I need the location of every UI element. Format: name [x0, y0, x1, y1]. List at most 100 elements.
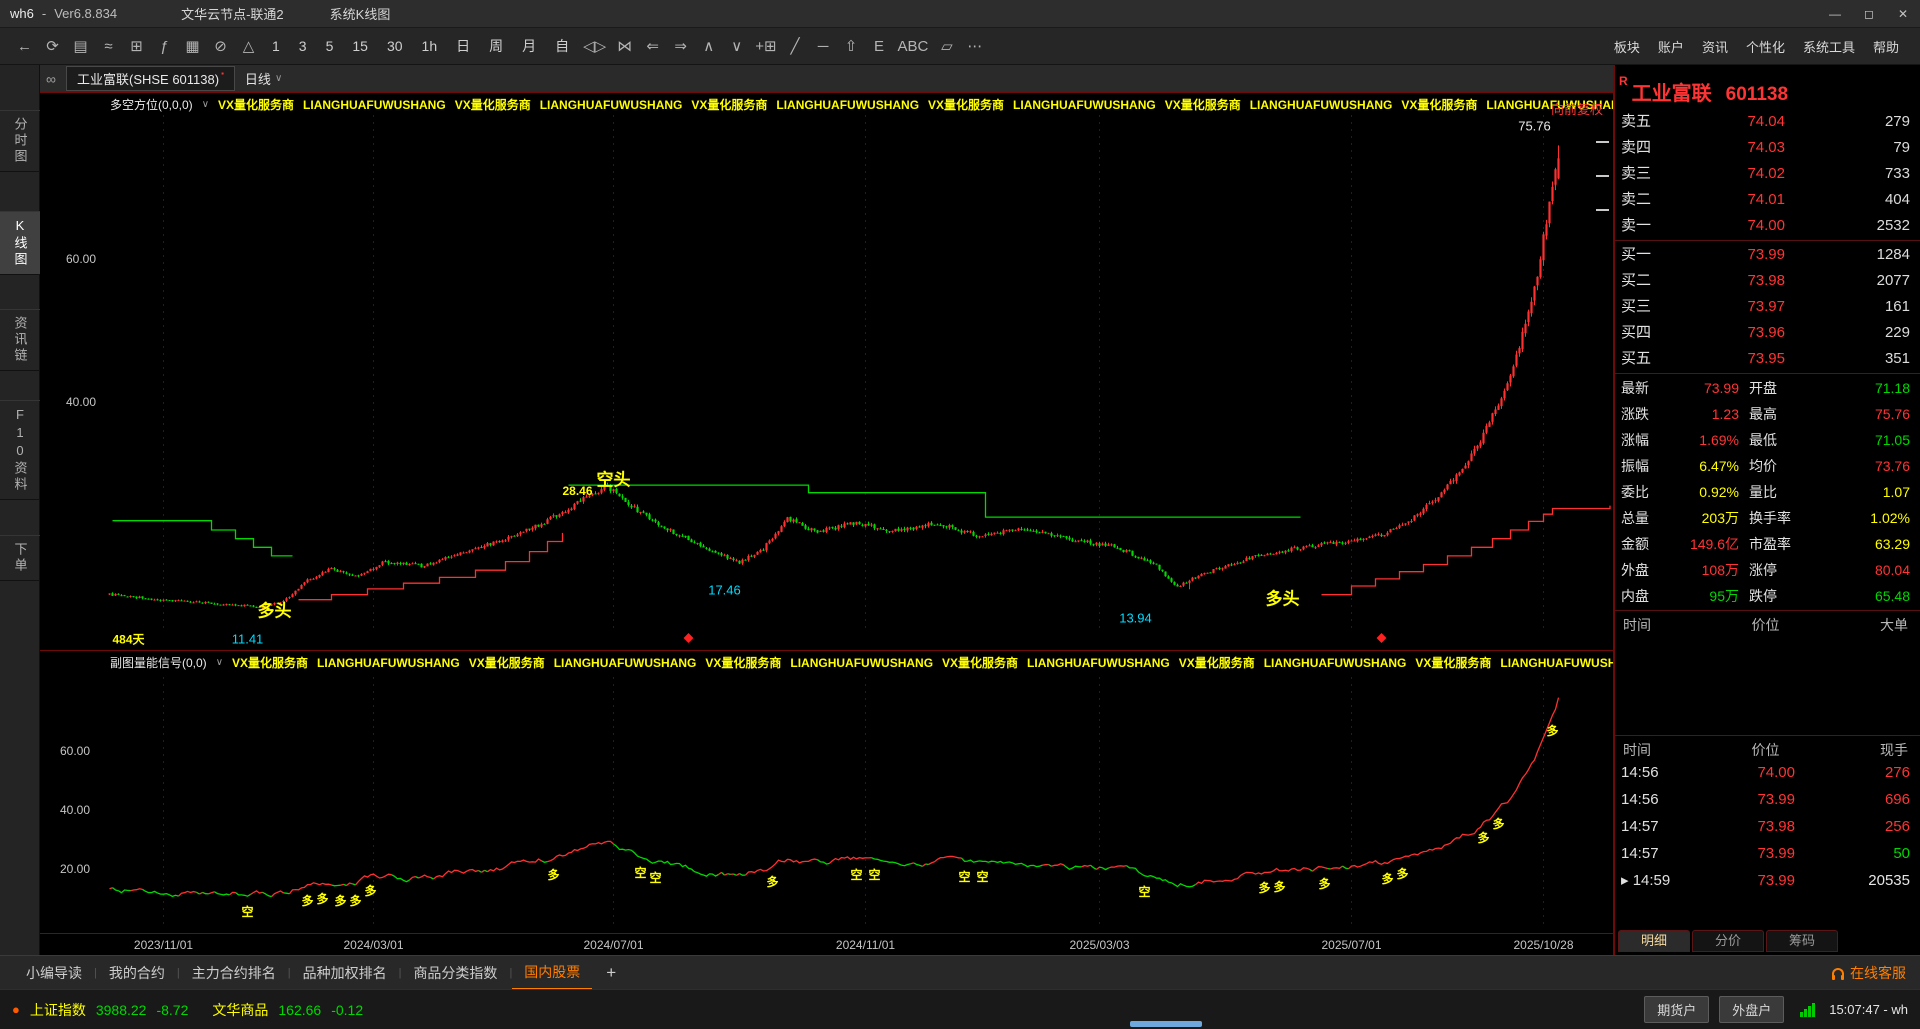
bottom-nav-国内股票[interactable]: 国内股票: [512, 956, 593, 990]
sub-indicator-label[interactable]: 副图量能信号(0,0): [110, 654, 207, 671]
arrow-left-icon[interactable]: ⇐: [640, 35, 665, 57]
close-button[interactable]: ✕: [1886, 2, 1920, 26]
period-button-30[interactable]: 30: [379, 36, 411, 56]
board-icon[interactable]: ▤: [68, 35, 93, 57]
add-pane-icon[interactable]: +⊞: [752, 35, 779, 57]
more-icon[interactable]: ⋯: [962, 35, 987, 57]
period-button-自[interactable]: 自: [547, 34, 577, 58]
period-button-1[interactable]: 1: [264, 36, 288, 56]
bottom-nav-小编导读[interactable]: 小编导读: [14, 957, 94, 989]
tab-明细[interactable]: 明细: [1618, 930, 1690, 952]
merge-icon[interactable]: ⋈: [612, 35, 637, 57]
link-icon[interactable]: ∞: [46, 71, 56, 87]
sidebar-tab-F10资料[interactable]: F10资料: [0, 400, 40, 500]
sidebar-tab-下单[interactable]: 下单: [0, 535, 40, 581]
menu-资讯[interactable]: 资讯: [1693, 35, 1737, 58]
period-button-3[interactable]: 3: [291, 36, 315, 56]
back-icon[interactable]: ←: [12, 36, 37, 57]
menu-账户[interactable]: 账户: [1649, 35, 1693, 58]
vendor-watermark: VX量化服务商: [942, 656, 1019, 670]
bigorder-header: 时间 价位 大单: [1615, 612, 1920, 634]
stat-label: 涨停: [1749, 562, 1777, 578]
period-button-月[interactable]: 月: [514, 34, 544, 58]
sidebar-tab-分时图[interactable]: 分时图: [0, 110, 40, 172]
ask-row[interactable]: 卖一 74.00 2532: [1615, 213, 1920, 239]
tick-row: 14:57 73.99 50: [1615, 840, 1920, 867]
hline-icon[interactable]: ─: [811, 36, 836, 57]
bottom-nav-品种加权排名[interactable]: 品种加权排名: [291, 957, 399, 989]
bid-row[interactable]: 买五 73.95 351: [1615, 346, 1920, 372]
main-kline-chart[interactable]: 多空方位(0,0,0) ∨ VX量化服务商 LIANGHUAFUWUSHANG VX量化…: [40, 92, 1613, 650]
tab-分价[interactable]: 分价: [1692, 930, 1764, 952]
tab-筹码[interactable]: 筹码: [1766, 930, 1838, 952]
bottom-nav-items: 小编导读 | 我的合约 | 主力合约排名 | 品种加权排名 | 商品分类指数 | 国内股票: [14, 956, 593, 990]
stock-name: 工业富联: [1631, 83, 1712, 105]
refresh-icon[interactable]: ⟳: [40, 35, 65, 57]
main-indicator-label[interactable]: 多空方位(0,0,0): [110, 96, 193, 113]
stat-value: 75.76: [1874, 406, 1910, 422]
period-button-15[interactable]: 15: [344, 36, 376, 56]
alert-icon[interactable]: △: [236, 35, 261, 57]
titlebar-tab-system-kline[interactable]: 系统K线图: [320, 1, 401, 26]
bid-row[interactable]: 买三 73.97 161: [1615, 294, 1920, 320]
bid-row[interactable]: 买一 73.99 1284: [1615, 242, 1920, 268]
vendor-watermark: LIANGHUAFUWUSHANG: [1249, 97, 1393, 112]
add-tab-button[interactable]: +: [598, 963, 624, 983]
eraser-icon[interactable]: ▱: [934, 35, 959, 57]
period-button-日[interactable]: 日: [448, 34, 478, 58]
symbol-tab[interactable]: 工业富联(SHSE 601138) ▪: [65, 66, 235, 91]
bid-row[interactable]: 买四 73.96 229: [1615, 320, 1920, 346]
tick-price: 73.99: [1757, 872, 1795, 889]
up-icon[interactable]: ⇧: [839, 35, 864, 57]
flip-icon[interactable]: ◁▷: [580, 35, 609, 57]
candlestick-plot[interactable]: [40, 93, 1613, 650]
menu-帮助[interactable]: 帮助: [1864, 35, 1908, 58]
index2-label[interactable]: 文华商品: [212, 1000, 268, 1020]
titlebar-tab-cloud-node[interactable]: 文华云节点-联通2: [171, 1, 294, 26]
bottom-nav-我的合约[interactable]: 我的合约: [97, 957, 177, 989]
period-button-1h[interactable]: 1h: [414, 36, 446, 56]
compare-icon[interactable]: ⊘: [208, 35, 233, 57]
curve-icon[interactable]: ≈: [96, 36, 121, 57]
menu-系统工具[interactable]: 系统工具: [1794, 35, 1864, 58]
bigorder-list: [1615, 634, 1920, 734]
bottom-nav-主力合约排名[interactable]: 主力合约排名: [180, 957, 288, 989]
volume-signal-plot[interactable]: [40, 651, 1613, 933]
layout-icon[interactable]: ⊞: [124, 35, 149, 57]
online-service-button[interactable]: 在线客服: [1832, 963, 1906, 983]
ask-row[interactable]: 卖五 74.04 279: [1615, 109, 1920, 135]
period-button-5[interactable]: 5: [318, 36, 342, 56]
bottom-nav-商品分类指数[interactable]: 商品分类指数: [401, 957, 509, 989]
price-adjust-mode[interactable]: 向前复权: [1551, 99, 1603, 118]
menu-个性化[interactable]: 个性化: [1737, 35, 1794, 58]
period-selector[interactable]: 日线 ∨: [245, 69, 282, 88]
signal-mark-bull: 多: [1258, 881, 1271, 896]
futures-account-button[interactable]: 期货户: [1644, 996, 1710, 1023]
ask-row[interactable]: 卖二 74.01 404: [1615, 187, 1920, 213]
label-icon[interactable]: E: [867, 36, 892, 57]
sidebar-tab-资讯链[interactable]: 资讯链: [0, 309, 40, 371]
overseas-account-button[interactable]: 外盘户: [1719, 996, 1785, 1023]
sub-axis-label: 40.00: [60, 802, 91, 817]
formula-icon[interactable]: ƒ: [152, 36, 177, 57]
zoom-out-icon[interactable]: ∨: [724, 35, 749, 57]
arrow-right-icon[interactable]: ⇒: [668, 35, 693, 57]
stat-value: 6.47%: [1699, 458, 1739, 474]
period-button-周[interactable]: 周: [481, 34, 511, 58]
minimize-button[interactable]: —: [1818, 2, 1852, 26]
trendline-icon[interactable]: ╱: [783, 35, 808, 57]
sidebar-tab-K线图[interactable]: K线图: [0, 211, 40, 275]
bid-row-label: 买三: [1621, 298, 1652, 315]
pane-icon[interactable]: ▦: [180, 35, 205, 57]
ask-row[interactable]: 卖四 74.03 79: [1615, 135, 1920, 161]
restore-button[interactable]: ◻: [1852, 2, 1886, 26]
stat-value: 203万: [1701, 510, 1739, 526]
zoom-in-icon[interactable]: ∧: [696, 35, 721, 57]
abc-icon[interactable]: ABC: [895, 36, 932, 57]
bid-row[interactable]: 买二 73.98 2077: [1615, 268, 1920, 294]
menu-板块[interactable]: 板块: [1605, 35, 1649, 58]
stat-label: 涨跌: [1621, 406, 1649, 422]
ask-row[interactable]: 卖三 74.02 733: [1615, 161, 1920, 187]
index1-label[interactable]: 上证指数: [30, 1000, 86, 1020]
volume-signal-chart[interactable]: 副图量能信号(0,0) ∨ VX量化服务商 LIANGHUAFUWUSHANG VX量化…: [40, 650, 1613, 933]
